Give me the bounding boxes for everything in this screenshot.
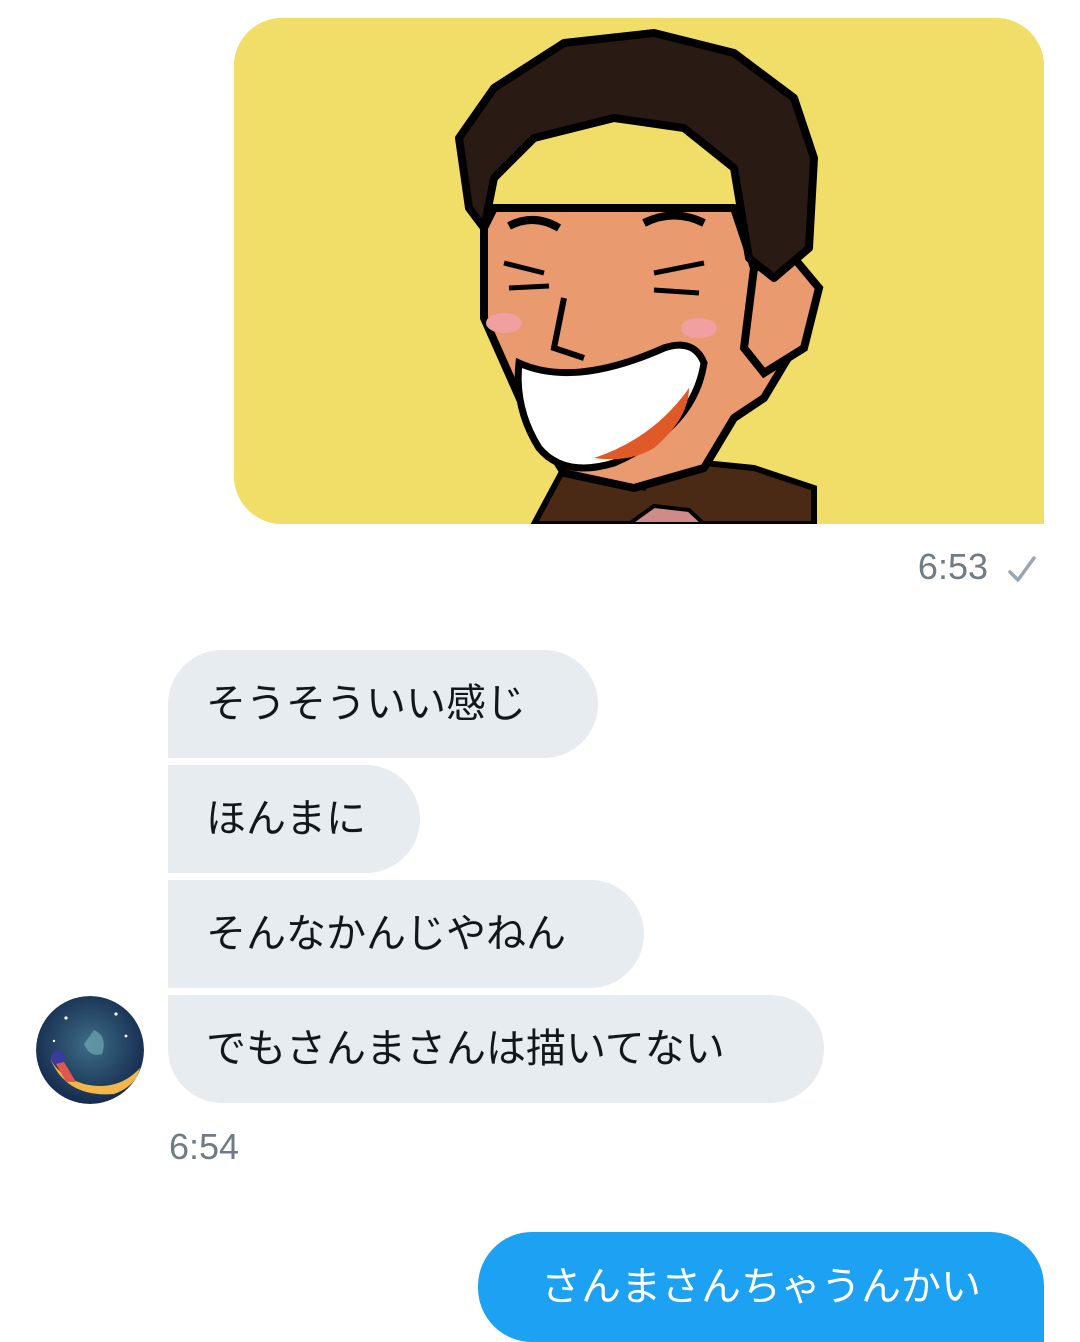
received-timestamp: 6:54 <box>169 1126 240 1167</box>
sent-message[interactable]: さんまさんちゃうんかい <box>478 1232 1044 1342</box>
moon-girl-avatar <box>36 996 144 1104</box>
sent-image-message[interactable] <box>234 18 1044 524</box>
checkmark-icon <box>1008 556 1036 582</box>
received-message[interactable]: そうそういい感じ <box>168 650 598 758</box>
cartoon-laughing-man-image <box>234 18 1044 524</box>
received-message[interactable]: ほんまに <box>168 765 420 873</box>
sent-timestamp: 6:53 <box>917 546 988 587</box>
received-message[interactable]: でもさんまさんは描いてない <box>168 995 824 1103</box>
sender-avatar[interactable] <box>36 996 144 1104</box>
received-message[interactable]: そんなかんじやねん <box>168 880 644 988</box>
